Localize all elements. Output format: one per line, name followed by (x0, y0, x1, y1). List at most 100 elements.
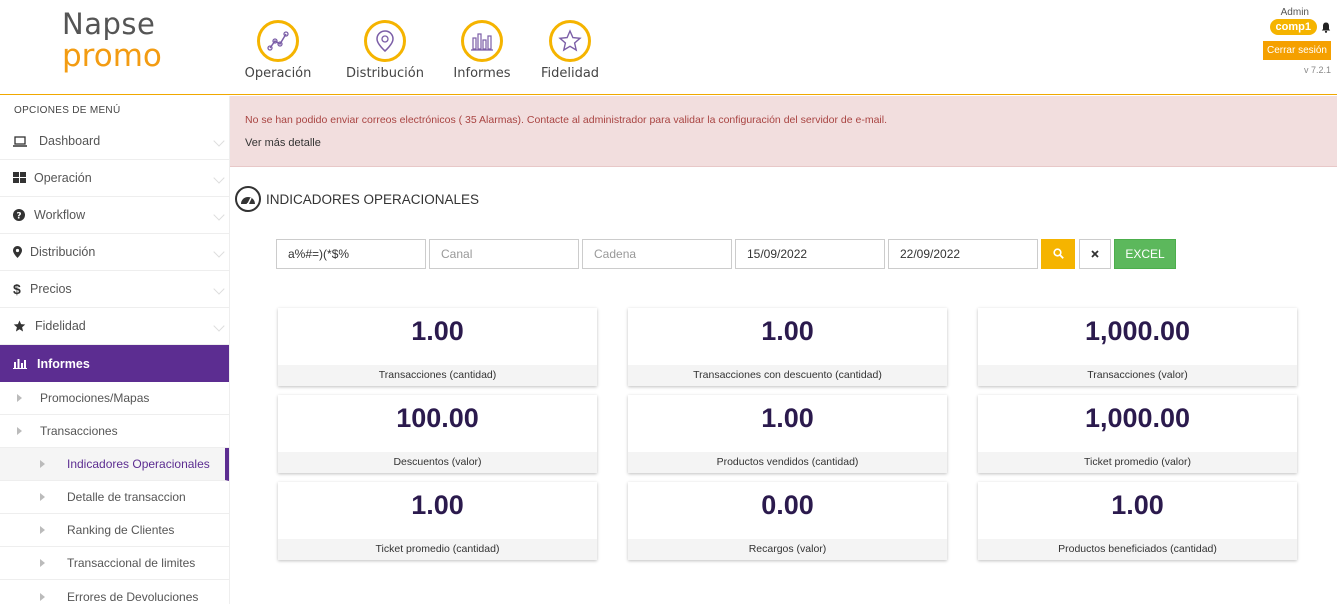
user-name[interactable]: Admin (1263, 7, 1309, 18)
nav-distribucion-label: Distribución (346, 66, 424, 81)
bar-chart-icon (13, 358, 31, 369)
nav-distribucion[interactable]: Distribución (339, 20, 431, 81)
sidebar-item-dashboard[interactable]: Dashboard (0, 123, 229, 160)
caret-right-icon (17, 394, 22, 402)
kpi-label: Ticket promedio (cantidad) (278, 539, 597, 560)
nav-informes[interactable]: Informes (447, 20, 517, 81)
page-title: INDICADORES OPERACIONALES (266, 191, 480, 207)
kpi-label: Productos vendidos (cantidad) (628, 452, 947, 473)
sidebar-item-operacion[interactable]: Operación (0, 160, 229, 197)
top-header: Napse promo Operación Distribución Infor… (0, 0, 1337, 95)
logo-line1: Napse (62, 7, 156, 41)
sidebar-item-precios[interactable]: $ Precios (0, 271, 229, 308)
question-circle-icon: ? (13, 209, 31, 221)
sidebar-subitem-label: Transaccional de limites (67, 556, 196, 570)
menu-title: OPCIONES DE MENÚ (14, 105, 121, 116)
logo-line2: promo (62, 38, 162, 74)
sidebar-subitem-transaccional-limites[interactable]: Transaccional de limites (0, 547, 229, 580)
sidebar-subitem-label: Ranking de Clientes (67, 523, 175, 537)
sidebar-subitem-label: Transacciones (40, 424, 118, 438)
map-pin-icon (364, 20, 406, 62)
napse-promo-logo[interactable]: Napse promo (62, 10, 162, 72)
chevron-down-icon (213, 135, 225, 147)
kpi-value: 1.00 (761, 316, 814, 346)
nav-fidelidad[interactable]: Fidelidad (535, 20, 605, 81)
sidebar-item-label: Workflow (34, 208, 86, 222)
company-row: comp1 (1263, 19, 1331, 35)
caret-right-icon (40, 460, 45, 468)
email-alert: No se han podido enviar correos electrón… (230, 96, 1337, 167)
dashboard-gauge-icon (235, 186, 261, 212)
nav-fidelidad-label: Fidelidad (540, 66, 600, 81)
star-icon (13, 320, 31, 332)
kpi-card: 1.00 Ticket promedio (cantidad) (278, 482, 597, 560)
chevron-down-icon (213, 320, 225, 332)
kpi-card: 100.00 Descuentos (valor) (278, 395, 597, 473)
kpi-value: 1.00 (411, 490, 464, 520)
user-box: Admin comp1 Cerrar sesión v 7.2.1 (1262, 7, 1331, 75)
sidebar-item-label: Dashboard (39, 134, 101, 148)
canal-input[interactable] (429, 239, 579, 269)
bell-icon[interactable] (1321, 22, 1331, 33)
search-button[interactable] (1041, 239, 1075, 269)
sidebar-subitem-promociones-mapas[interactable]: Promociones/Mapas (0, 382, 229, 415)
chevron-down-icon (213, 209, 225, 221)
sidebar-item-label: Informes (37, 356, 90, 371)
laptop-icon (13, 135, 31, 147)
nav-operacion[interactable]: Operación (243, 20, 313, 81)
kpi-card: 0.00 Recargos (valor) (628, 482, 947, 560)
date-to-input[interactable] (888, 239, 1038, 269)
map-marker-icon (13, 246, 27, 258)
filter-bar: EXCEL (276, 239, 1176, 269)
kpi-value: 1.00 (1111, 490, 1164, 520)
sidebar-subitem-errores-devoluciones[interactable]: Errores de Devoluciones (0, 580, 229, 613)
chevron-down-icon (213, 283, 225, 295)
close-icon (1091, 247, 1099, 261)
date-from-input[interactable] (735, 239, 885, 269)
filter-text-input[interactable] (276, 239, 426, 269)
sidebar-subitem-indicadores-operacionales[interactable]: Indicadores Operacionales (0, 448, 229, 481)
star-icon (549, 20, 591, 62)
sidebar-item-fidelidad[interactable]: Fidelidad (0, 308, 229, 345)
kpi-card: 1.00 Productos beneficiados (cantidad) (978, 482, 1297, 560)
sidebar-subitem-label: Detalle de transaccion (67, 490, 186, 504)
svg-text:?: ? (16, 212, 21, 222)
kpi-value: 1.00 (761, 403, 814, 433)
caret-right-icon (40, 526, 45, 534)
search-icon (1052, 247, 1064, 262)
caret-right-icon (40, 559, 45, 567)
sidebar-item-label: Distribución (30, 245, 96, 259)
bar-chart-icon (461, 20, 503, 62)
kpi-value: 1,000.00 (1084, 316, 1191, 346)
clear-filters-button[interactable] (1079, 239, 1111, 269)
kpi-label: Productos beneficiados (cantidad) (978, 539, 1297, 560)
chevron-down-icon (213, 246, 225, 258)
dollar-icon: $ (13, 281, 21, 297)
sidebar-item-distribucion[interactable]: Distribución (0, 234, 229, 271)
sidebar-item-label: Operación (34, 171, 92, 185)
sidebar-item-label: Fidelidad (35, 319, 86, 333)
cadena-input[interactable] (582, 239, 732, 269)
sidebar: OPCIONES DE MENÚ Dashboard Operación ? W… (0, 96, 230, 604)
sidebar-subitem-label: Errores de Devoluciones (67, 589, 199, 604)
sidebar-item-workflow[interactable]: ? Workflow (0, 197, 229, 234)
alert-details-link[interactable]: Ver más detalle (245, 137, 321, 149)
kpi-value: 0.00 (761, 490, 814, 520)
sidebar-subitem-ranking-clientes[interactable]: Ranking de Clientes (0, 514, 229, 547)
kpi-label: Recargos (valor) (628, 539, 947, 560)
kpi-card: 1.00 Productos vendidos (cantidad) (628, 395, 947, 473)
excel-export-button[interactable]: EXCEL (1114, 239, 1176, 269)
top-nav: Operación Distribución Informes Fidelida… (243, 20, 605, 81)
caret-right-icon (40, 592, 45, 601)
logout-button[interactable]: Cerrar sesión (1262, 41, 1331, 60)
sidebar-item-label: Precios (30, 282, 72, 296)
version-label: v 7.2.1 (1303, 65, 1331, 75)
kpi-value: 1,000.00 (1084, 403, 1191, 433)
nav-operacion-label: Operación (244, 66, 312, 81)
sidebar-subitem-label: Indicadores Operacionales (67, 457, 210, 471)
sidebar-subitem-detalle-transaccion[interactable]: Detalle de transaccion (0, 481, 229, 514)
sidebar-subitem-transacciones[interactable]: Transacciones (0, 415, 229, 448)
company-badge[interactable]: comp1 (1269, 19, 1317, 35)
kpi-label: Transacciones con descuento (cantidad) (628, 365, 947, 386)
sidebar-item-informes[interactable]: Informes (0, 345, 229, 382)
